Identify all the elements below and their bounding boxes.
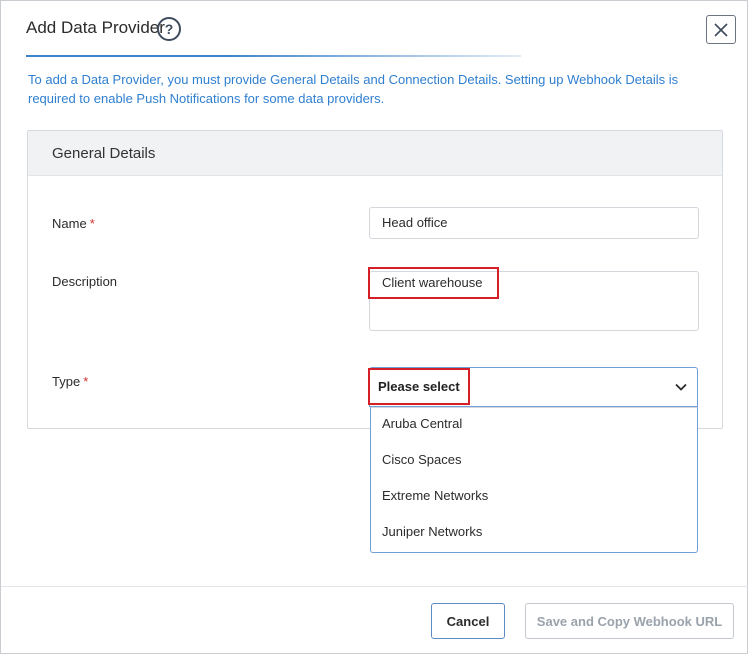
type-option[interactable]: Aruba Central bbox=[371, 412, 697, 448]
intro-text: To add a Data Provider, you must provide… bbox=[28, 72, 679, 106]
dialog-title: Add Data Provider bbox=[26, 18, 165, 37]
footer-divider bbox=[1, 586, 748, 587]
question-icon[interactable]: ? bbox=[157, 17, 181, 41]
close-icon bbox=[714, 22, 728, 37]
name-label: Name * bbox=[52, 216, 95, 231]
save-copy-webhook-button[interactable]: Save and Copy Webhook URL bbox=[525, 603, 734, 639]
type-select-value[interactable]: Please select bbox=[368, 368, 470, 405]
description-label: Description bbox=[52, 274, 118, 289]
description-value[interactable]: Client warehouse bbox=[368, 267, 499, 299]
close-button[interactable] bbox=[706, 15, 736, 44]
name-input[interactable]: Head office bbox=[369, 207, 699, 239]
required-mark: * bbox=[83, 374, 89, 389]
type-option[interactable]: Juniper Networks bbox=[371, 520, 697, 556]
cancel-button[interactable]: Cancel bbox=[431, 603, 505, 639]
add-data-provider-dialog: Add Data Provider ? To add a Data Provid… bbox=[0, 0, 748, 654]
type-option[interactable]: Extreme Networks bbox=[371, 484, 697, 520]
type-dropdown-list: Aruba Central Cisco Spaces Extreme Netwo… bbox=[370, 407, 698, 553]
panel-header: General Details bbox=[28, 131, 722, 176]
required-mark: * bbox=[89, 216, 95, 231]
type-option[interactable]: Cisco Spaces bbox=[371, 448, 697, 484]
chevron-down-icon[interactable] bbox=[673, 379, 689, 395]
name-label-text: Name bbox=[52, 216, 87, 231]
type-label-text: Type bbox=[52, 374, 81, 389]
title-underline bbox=[26, 55, 521, 57]
type-label: Type * bbox=[52, 374, 88, 389]
